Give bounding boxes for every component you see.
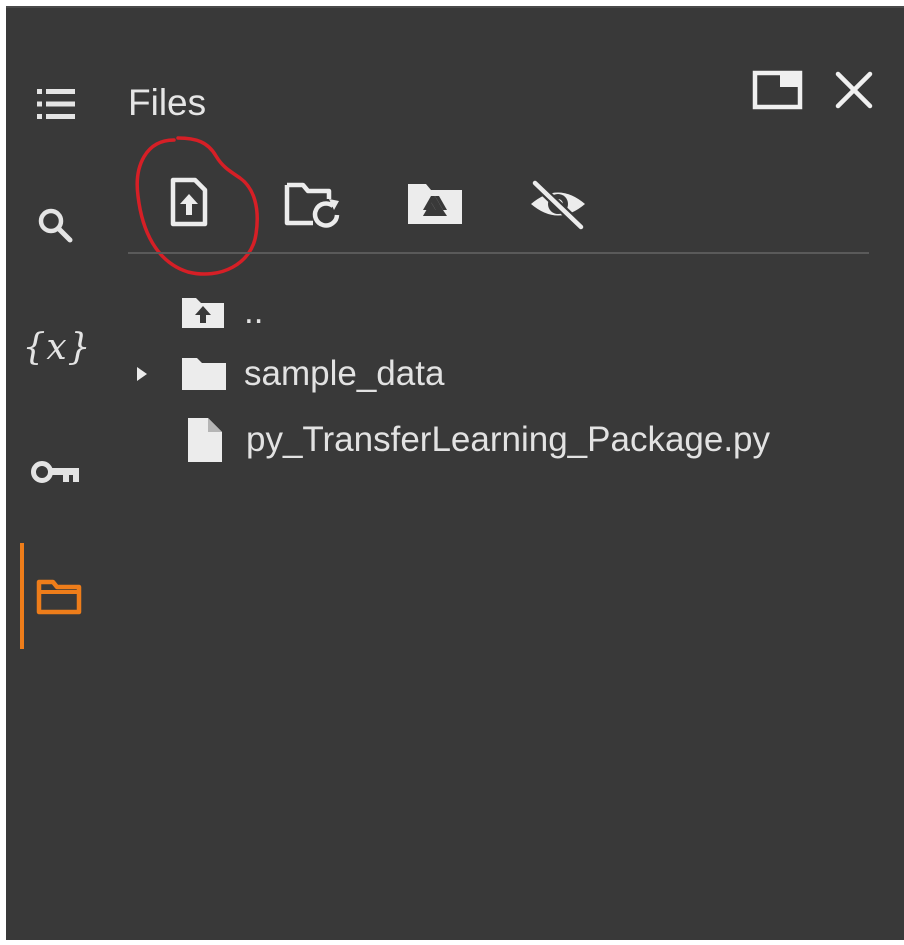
expand-arrow-icon[interactable] bbox=[130, 359, 160, 389]
list-item[interactable]: py_TransferLearning_Package.py bbox=[186, 414, 770, 466]
panel-title: Files bbox=[128, 82, 207, 123]
files-folder-icon[interactable] bbox=[34, 574, 84, 618]
drive-folder-icon[interactable] bbox=[404, 178, 466, 228]
key-icon[interactable] bbox=[30, 452, 84, 492]
variables-glyph: {x} bbox=[22, 326, 92, 368]
hide-eye-icon[interactable] bbox=[526, 176, 590, 232]
toolbar-divider bbox=[128, 252, 869, 254]
list-item[interactable]: .. bbox=[180, 290, 263, 334]
list-item-label: .. bbox=[244, 292, 264, 331]
top-border bbox=[6, 6, 904, 8]
list-item-label: sample_data bbox=[244, 354, 445, 393]
files-panel: {x} Files .. sample_data py_TransferLear… bbox=[6, 6, 904, 940]
list-item[interactable]: sample_data bbox=[130, 350, 444, 398]
close-icon[interactable] bbox=[830, 66, 878, 114]
upload-file-icon[interactable] bbox=[166, 174, 212, 230]
file-icon bbox=[186, 416, 226, 464]
table-of-contents-icon[interactable] bbox=[32, 82, 80, 126]
open-in-tab-icon[interactable] bbox=[750, 66, 806, 114]
refresh-folder-icon[interactable] bbox=[282, 176, 344, 230]
list-item-label: py_TransferLearning_Package.py bbox=[246, 420, 771, 459]
search-icon[interactable] bbox=[34, 204, 78, 248]
parent-folder-icon bbox=[180, 294, 228, 330]
variables-icon[interactable]: {x} bbox=[22, 322, 92, 372]
folder-icon bbox=[180, 354, 230, 394]
active-indicator bbox=[20, 543, 24, 649]
